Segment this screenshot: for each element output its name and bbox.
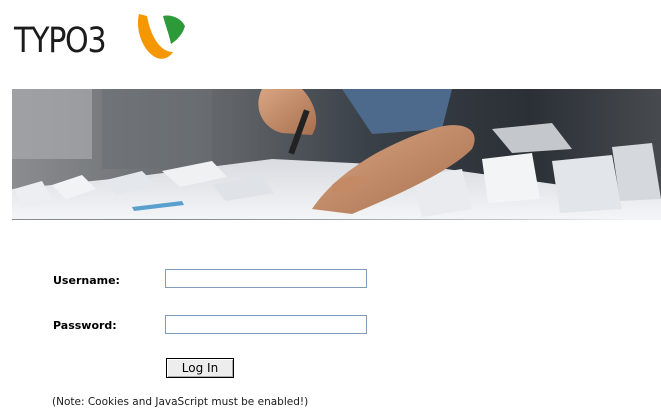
typo3-logo-mark-icon [137,14,185,59]
password-input[interactable] [165,315,367,334]
banner-photo-icon [12,89,661,220]
password-label: Password: [53,319,117,332]
logo-text: TYPO3 [14,21,107,61]
typo3-logo: TYPO3 [14,8,194,64]
username-label: Username: [53,274,120,287]
cookies-javascript-note: (Note: Cookies and JavaScript must be en… [52,396,309,408]
username-input[interactable] [165,269,367,288]
log-in-button[interactable]: Log In [166,358,234,378]
banner-image [12,89,661,220]
